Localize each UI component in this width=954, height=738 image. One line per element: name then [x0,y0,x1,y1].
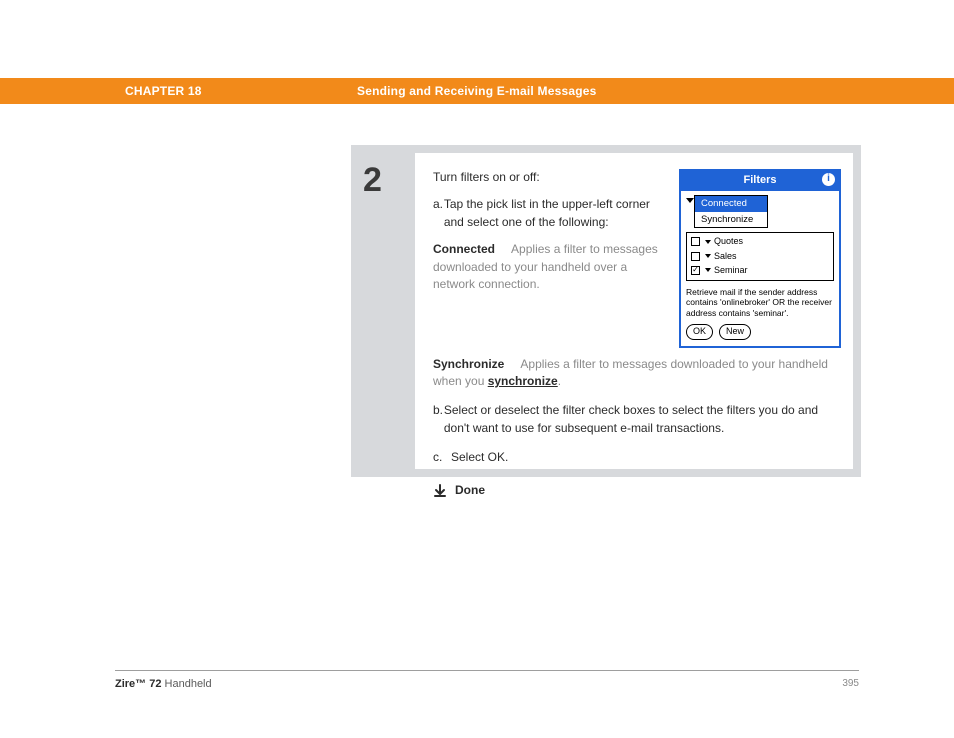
step-number: 2 [359,153,415,469]
connected-definition: Connected Applies a filter to messages d… [433,241,669,293]
list-item: Sales [691,250,829,264]
list-item: Quotes [691,235,829,249]
step-body: Turn filters on or off: a. Tap the pick … [415,153,853,469]
step-container: 2 Turn filters on or off: a. Tap the pic… [351,145,861,477]
checkbox-icon [691,252,700,261]
chevron-down-icon [686,198,694,203]
filters-dialog-title: Filters i [681,171,839,191]
triangle-icon [705,254,711,258]
synchronize-term: Synchronize [433,357,504,371]
chapter-label: CHAPTER 18 [125,84,357,98]
synchronize-link[interactable]: synchronize [488,374,558,388]
substep-a: a. Tap the pick list in the upper-left c… [433,196,669,231]
substep-b-text: Select or deselect the filter check boxe… [444,402,841,437]
triangle-icon [705,268,711,272]
synchronize-definition: Synchronize Applies a filter to messages… [433,356,841,391]
chapter-title: Sending and Receiving E-mail Messages [357,84,596,98]
picklist-option-connected: Connected [695,196,767,212]
done-row: Done [433,482,841,499]
page-footer: Zire™ 72 Handheld 395 [115,678,859,690]
checkbox-icon [691,237,700,246]
info-icon: i [822,173,835,186]
done-label: Done [455,482,485,499]
filters-dialog-title-text: Filters [743,174,776,186]
substep-a-text: Tap the pick list in the upper-left corn… [444,196,669,231]
filters-description-text: Retrieve mail if the sender address cont… [686,287,834,319]
filters-dialog-screenshot: Filters i Connected Synchronize [679,169,841,348]
filter-label: Quotes [714,235,743,248]
footer-rule [115,670,859,671]
filters-checkbox-list: Quotes Sales Seminar [686,232,834,280]
substep-c-text: Select OK. [451,449,508,466]
product-name: Zire™ 72 Handheld [115,678,212,690]
filters-buttons: OK New [686,324,834,339]
step-intro: Turn filters on or off: [433,169,669,186]
substep-c: c. Select OK. [433,449,841,466]
list-item: Seminar [691,264,829,278]
connected-term: Connected [433,242,495,256]
page-number: 395 [842,678,859,690]
substep-a-letter: a. [433,196,444,231]
triangle-icon [705,240,711,244]
filter-label: Sales [714,250,737,263]
chapter-header-bar: CHAPTER 18 Sending and Receiving E-mail … [0,78,954,104]
checkbox-checked-icon [691,266,700,275]
synchronize-desc-post: . [558,374,561,388]
filter-label: Seminar [714,264,748,277]
filters-picklist: Connected Synchronize [694,195,768,229]
substep-b-letter: b. [433,402,444,437]
substep-c-letter: c. [433,449,451,466]
done-arrow-icon [433,484,447,498]
ok-button: OK [686,324,713,339]
substep-b: b. Select or deselect the filter check b… [433,402,841,437]
picklist-option-synchronize: Synchronize [695,212,767,228]
new-button: New [719,324,751,339]
